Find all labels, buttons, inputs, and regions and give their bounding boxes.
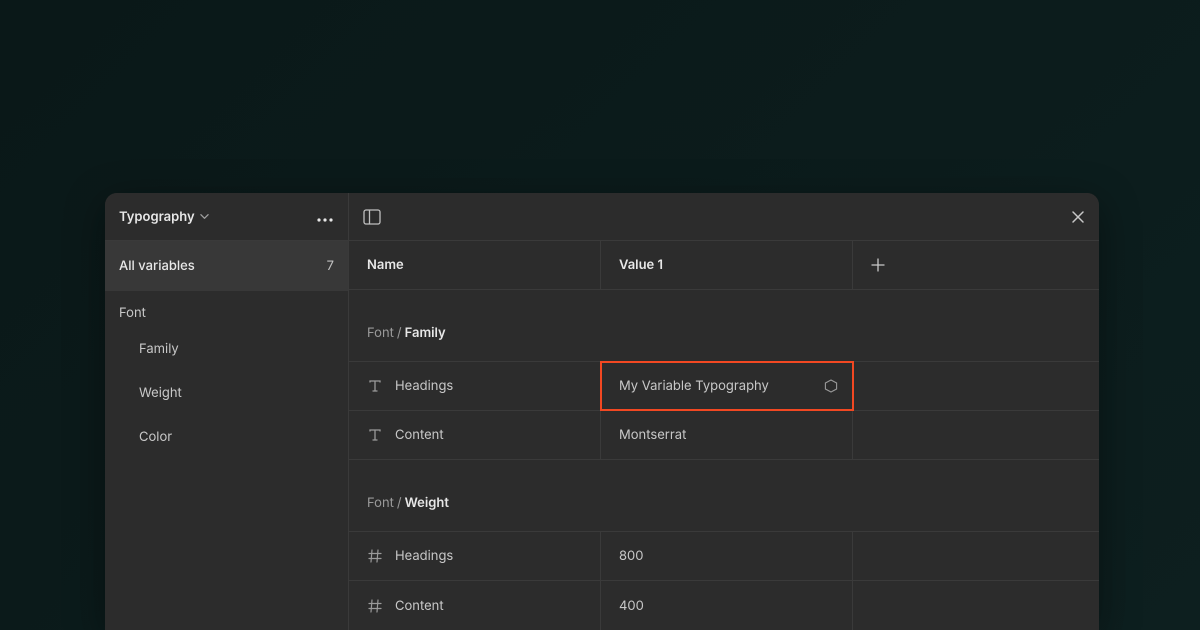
variables-panel: Typography All variables 7 Font Family W… xyxy=(105,193,1099,630)
column-header-value1[interactable]: Value 1 xyxy=(601,241,853,289)
group-header-family: Font/Family xyxy=(349,290,1099,362)
table-row[interactable]: Content Montserrat xyxy=(349,411,1099,460)
number-type-icon xyxy=(367,598,383,614)
text-type-icon xyxy=(367,427,383,443)
variable-name-cell[interactable]: Content xyxy=(349,581,601,630)
variable-value-label: 400 xyxy=(619,598,644,614)
variable-name-label: Headings xyxy=(395,548,453,564)
variable-value-cell[interactable]: 800 xyxy=(601,532,853,580)
group-header-weight: Font/Weight xyxy=(349,460,1099,532)
variable-name-label: Headings xyxy=(395,378,453,394)
column-header-name-label: Name xyxy=(367,257,404,273)
text-type-icon xyxy=(367,378,383,394)
sidebar: Typography All variables 7 Font Family W… xyxy=(105,193,349,630)
sidebar-group-font[interactable]: Font xyxy=(105,291,348,327)
variable-value-cell[interactable]: My Variable Typography xyxy=(601,362,853,410)
variable-value-label: Montserrat xyxy=(619,427,686,443)
sidebar-item-label: Color xyxy=(139,429,172,445)
topbar xyxy=(349,193,1099,241)
column-header-name: Name xyxy=(349,241,601,289)
variable-value-cell[interactable]: 400 xyxy=(601,581,853,630)
number-type-icon xyxy=(367,548,383,564)
variable-name-label: Content xyxy=(395,598,444,614)
empty-cell xyxy=(853,532,1099,580)
alias-icon xyxy=(824,379,838,393)
variables-table: Name Value 1 Font/Family xyxy=(349,241,1099,630)
variable-name-cell[interactable]: Headings xyxy=(349,532,601,580)
collection-name-label: Typography xyxy=(119,209,195,225)
empty-cell xyxy=(853,411,1099,459)
table-row[interactable]: Headings My Variable Typography xyxy=(349,362,1099,411)
sidebar-item-weight[interactable]: Weight xyxy=(105,371,348,415)
variable-name-cell[interactable]: Content xyxy=(349,411,601,459)
sidebar-header: Typography xyxy=(105,193,348,241)
group-header-label: Font/Weight xyxy=(349,495,449,511)
sidebar-item-family[interactable]: Family xyxy=(105,327,348,371)
collection-selector[interactable]: Typography xyxy=(119,209,209,225)
sidebar-item-label: Weight xyxy=(139,385,182,401)
table-header-row: Name Value 1 xyxy=(349,241,1099,290)
main-content: Name Value 1 Font/Family xyxy=(349,193,1099,630)
table-row[interactable]: Content 400 xyxy=(349,581,1099,630)
close-icon[interactable] xyxy=(1071,210,1085,224)
variable-name-cell[interactable]: Headings xyxy=(349,362,601,410)
sidebar-group-label: Font xyxy=(119,305,146,321)
variable-value-label: My Variable Typography xyxy=(619,378,769,394)
sidebar-item-all-variables[interactable]: All variables 7 xyxy=(105,241,348,291)
plus-icon xyxy=(871,258,885,272)
all-variables-label: All variables xyxy=(119,258,195,274)
sidebar-toggle-icon[interactable] xyxy=(363,209,381,225)
chevron-down-icon xyxy=(200,212,209,221)
variable-value-cell[interactable]: Montserrat xyxy=(601,411,853,459)
empty-cell xyxy=(853,362,1099,410)
sidebar-item-label: Family xyxy=(139,341,179,357)
variable-name-label: Content xyxy=(395,427,444,443)
all-variables-count: 7 xyxy=(327,258,334,274)
table-row[interactable]: Headings 800 xyxy=(349,532,1099,581)
empty-cell xyxy=(853,581,1099,630)
add-mode-column[interactable] xyxy=(853,241,1099,289)
group-header-label: Font/Family xyxy=(349,325,446,341)
sidebar-item-color[interactable]: Color xyxy=(105,415,348,459)
column-header-value1-label: Value 1 xyxy=(619,257,663,273)
more-options-button[interactable] xyxy=(316,208,334,226)
variable-value-label: 800 xyxy=(619,548,643,564)
